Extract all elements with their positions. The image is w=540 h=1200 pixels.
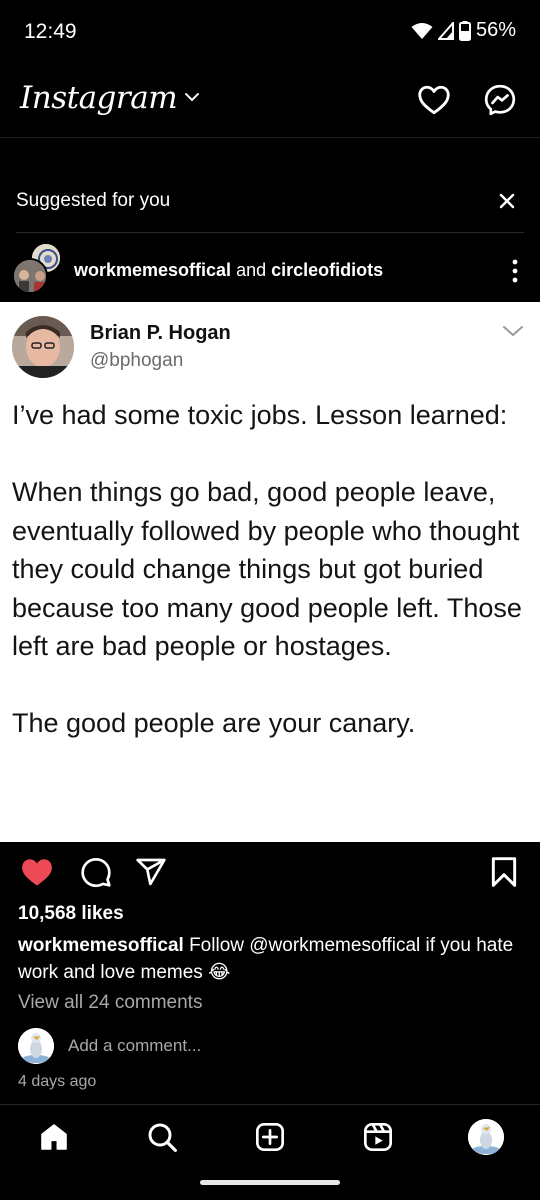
post-image[interactable]: Brian P. Hogan @bphogan I’ve had some to…	[0, 302, 540, 842]
home-icon[interactable]	[36, 1119, 72, 1155]
battery-percent: 56%	[475, 19, 516, 41]
reels-icon[interactable]	[360, 1119, 396, 1155]
tweet-text: I’ve had some toxic jobs. Lesson learned…	[12, 396, 522, 743]
author-link[interactable]: workmemesoffical	[74, 260, 231, 280]
post-caption: workmemesoffical Follow @workmemesoffica…	[18, 932, 523, 986]
instagram-logo: Instagram	[20, 80, 178, 116]
instagram-logo-switcher[interactable]: Instagram	[20, 80, 200, 116]
tweet-paragraph: When things go bad, good people leave, e…	[12, 477, 522, 661]
bookmark-icon[interactable]	[490, 856, 518, 893]
status-bar: 12:49 56%	[0, 0, 540, 64]
post-authors: workmemesoffical and circleofidiots	[74, 260, 383, 281]
caption-username[interactable]: workmemesoffical	[18, 935, 184, 956]
search-icon[interactable]	[144, 1119, 180, 1155]
tweet-avatar	[12, 316, 74, 378]
add-comment-input[interactable]: Add a comment...	[68, 1036, 201, 1056]
post-timestamp: 4 days ago	[18, 1073, 97, 1090]
chevron-down-icon	[185, 89, 200, 107]
avatar	[12, 258, 48, 294]
view-comments-link[interactable]: View all 24 comments	[18, 992, 202, 1014]
likes-count[interactable]: 10,568 likes	[18, 903, 124, 925]
messenger-icon[interactable]	[482, 82, 518, 118]
home-indicator[interactable]	[200, 1180, 340, 1185]
app-header: Instagram	[0, 64, 540, 138]
add-comment-row: Add a comment...	[18, 1028, 523, 1068]
tweet-paragraph: I’ve had some toxic jobs. Lesson learned…	[12, 400, 508, 430]
more-vertical-icon[interactable]	[510, 258, 520, 284]
tweet-author-name: Brian P. Hogan	[90, 322, 231, 344]
avatar	[18, 1028, 54, 1064]
author-joiner: and	[231, 260, 272, 280]
post-header: workmemesoffical and circleofidiots	[0, 238, 540, 302]
profile-avatar[interactable]	[468, 1119, 504, 1155]
author-link[interactable]: circleofidiots	[271, 260, 383, 280]
heart-icon[interactable]	[416, 82, 452, 118]
wifi-icon	[411, 22, 433, 40]
divider	[16, 232, 524, 233]
post-actions	[0, 846, 540, 902]
heart-filled-icon[interactable]	[20, 856, 54, 893]
suggested-label: Suggested for you	[16, 190, 171, 211]
signal-icon	[437, 21, 454, 40]
status-time: 12:49	[24, 20, 77, 43]
bottom-nav	[0, 1104, 540, 1172]
tweet-author-handle: @bphogan	[90, 350, 184, 371]
share-icon[interactable]	[135, 856, 167, 893]
suggested-banner: Suggested for you	[0, 170, 540, 234]
post-author-avatars[interactable]	[12, 242, 66, 294]
close-icon[interactable]	[494, 188, 520, 214]
status-icons: 56%	[411, 19, 516, 42]
create-icon[interactable]	[252, 1119, 288, 1155]
comment-icon[interactable]	[80, 856, 112, 893]
battery-icon	[458, 20, 471, 41]
chevron-down-icon	[502, 324, 524, 338]
tweet-paragraph: The good people are your canary.	[12, 708, 416, 738]
